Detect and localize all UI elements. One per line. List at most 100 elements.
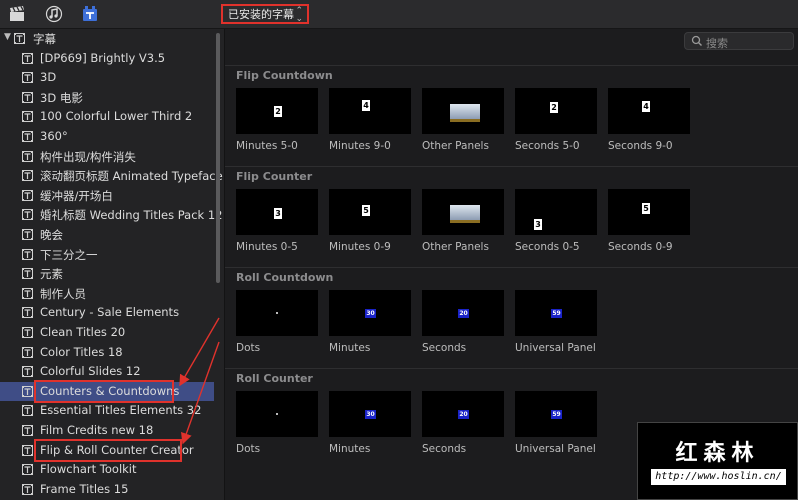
clapper-icon[interactable] [8, 5, 26, 23]
installed-titles-filter[interactable]: 已安装的字幕 ⌃ ⌄ [221, 4, 309, 24]
counter-digit: 3 [274, 208, 282, 219]
sidebar-item[interactable]: Clean Titles 20 [0, 323, 214, 342]
title-category-icon [22, 327, 33, 338]
title-thumbnail[interactable]: 20 [422, 391, 504, 437]
watermark-url: http://www.hoslin.cn/ [651, 469, 786, 485]
search-placeholder: 搜索 [706, 37, 728, 50]
sidebar-item[interactable]: 制作人员 [0, 284, 214, 303]
title-thumbnail[interactable]: 4 [608, 88, 690, 134]
tile-caption: Seconds 0-5 [515, 241, 580, 253]
title-thumbnail[interactable]: 2 [236, 88, 318, 134]
sidebar-item[interactable]: Film Credits new 18 [0, 421, 214, 440]
sidebar-item[interactable]: Flowchart Toolkit [0, 460, 214, 479]
sidebar-item-label: Clean Titles 20 [40, 325, 126, 339]
sidebar-item-label: 构件出现/构件消失 [40, 149, 136, 164]
title-category-icon [22, 209, 33, 221]
title-thumbnail[interactable]: 30 [329, 391, 411, 437]
title-category-icon [22, 405, 33, 417]
highlight-box [34, 379, 174, 403]
tile-caption: Minutes 0-5 [236, 241, 298, 253]
dots-preview [276, 413, 278, 415]
sidebar-item[interactable]: 元素 [0, 264, 214, 283]
title-thumbnail[interactable]: 3 [236, 189, 318, 235]
title-thumbnail[interactable]: 2 [515, 88, 597, 134]
title-category-icon [22, 287, 33, 299]
sidebar-item-label: 下三分之一 [40, 247, 98, 262]
title-thumbnail[interactable]: 3 [515, 189, 597, 235]
sidebar-item[interactable]: 婚礼标题 Wedding Titles Pack 12 [0, 205, 223, 224]
title-thumbnail[interactable] [236, 290, 318, 336]
tile-caption: Minutes 0-9 [329, 241, 391, 253]
title-category-icon [22, 111, 33, 123]
title-category-icon [22, 131, 33, 142]
tile-caption: Other Panels [422, 140, 489, 152]
title-category-icon [22, 91, 33, 103]
sidebar-item-label: Century - Sale Elements [40, 305, 180, 320]
title-thumbnail[interactable]: 4 [329, 88, 411, 134]
sidebar-item[interactable]: 下三分之一 [0, 245, 214, 264]
counter-digit: 5 [642, 203, 650, 214]
sidebar-item[interactable]: 构件出现/构件消失 [0, 147, 214, 166]
counter-digit: 20 [458, 410, 469, 419]
counter-digit: 30 [365, 410, 376, 419]
title-category-icon [22, 229, 33, 240]
music-note-icon[interactable] [45, 5, 63, 23]
title-category-icon [22, 444, 33, 456]
titles-folder-icon [14, 33, 25, 44]
sidebar-item-label: Color Titles 18 [40, 344, 123, 359]
sidebar-item[interactable]: Essential Titles Elements 32 [0, 401, 214, 420]
highlight-box [34, 438, 182, 462]
sidebar-item[interactable]: 晚会 [0, 225, 214, 244]
title-category-icon [22, 248, 33, 260]
sidebar-item[interactable]: 3D [0, 68, 214, 87]
title-category-icon [22, 170, 33, 182]
counter-digit: 5 [362, 205, 370, 216]
title-thumbnail[interactable] [422, 88, 504, 134]
title-thumbnail[interactable]: 5 [329, 189, 411, 235]
sidebar-item-label: 晚会 [40, 228, 63, 242]
sidebar-item[interactable]: Century - Sale Elements [0, 303, 214, 322]
sidebar-item[interactable]: 360° [0, 127, 214, 146]
sidebar-item[interactable]: [DP669] Brightly V3.5 [0, 49, 214, 68]
sidebar-header-titles[interactable]: ▼ 字幕 [0, 29, 214, 48]
sidebar-item[interactable]: 3D 电影 [0, 88, 214, 107]
sidebar-item[interactable]: 缓冲器/开场白 [0, 186, 214, 205]
tile-caption: Seconds [422, 443, 467, 455]
tile-caption: Minutes 9-0 [329, 140, 391, 152]
sidebar-item[interactable]: 100 Colorful Lower Third 2 [0, 107, 214, 126]
titles-icon[interactable] [81, 5, 99, 23]
counter-digit: 2 [274, 106, 282, 117]
title-thumbnail[interactable]: 30 [329, 290, 411, 336]
titles-sidebar: ▼ 字幕 [DP669] Brightly V3.5 3D 3D 电影 100 Color… [0, 29, 225, 500]
title-thumbnail[interactable]: 20 [422, 290, 504, 336]
sidebar-scrollbar[interactable] [216, 33, 220, 283]
sidebar-item-label: [DP669] Brightly V3.5 [40, 50, 166, 65]
title-category-icon [22, 366, 33, 378]
sidebar-item-label: 3D [40, 70, 57, 85]
tile-caption: Minutes [329, 342, 371, 354]
title-thumbnail[interactable] [422, 189, 504, 235]
title-category-icon [22, 464, 33, 476]
sidebar-item[interactable]: Color Titles 18 [0, 343, 214, 362]
counter-digit: 3 [534, 219, 542, 230]
tile-caption: Dots [236, 342, 261, 354]
title-thumbnail[interactable]: 5 [608, 189, 690, 235]
sidebar-item-label: Film Credits new 18 [40, 423, 154, 437]
sidebar-item[interactable]: Colorful Slides 12 [0, 362, 214, 381]
title-category-icon [22, 150, 33, 162]
title-section: Roll Countdown Dots 30 Minutes 20 Seconds 59 Un… [225, 267, 798, 369]
title-thumbnail[interactable]: 59 [515, 391, 597, 437]
sidebar-item[interactable]: 滚动翻页标题 Animated Typeface [0, 166, 223, 185]
section-title: Flip Counter [236, 170, 313, 183]
title-thumbnail[interactable] [236, 391, 318, 437]
title-section: Flip Counter 3 Minutes 0-5 5 Minutes 0-9 Othe… [225, 166, 798, 268]
search-input[interactable]: 搜索 [684, 32, 794, 50]
section-title: Roll Countdown [236, 271, 334, 284]
tile-caption: Other Panels [422, 241, 489, 253]
disclosure-triangle-icon[interactable]: ▼ [4, 32, 11, 42]
sidebar-item[interactable]: Frame Titles 15 [0, 480, 214, 499]
sidebar-item-label: Colorful Slides 12 [40, 364, 141, 379]
sidebar-item-label: 缓冲器/开场白 [40, 188, 113, 203]
title-thumbnail[interactable]: 59 [515, 290, 597, 336]
title-category-icon [22, 346, 33, 358]
